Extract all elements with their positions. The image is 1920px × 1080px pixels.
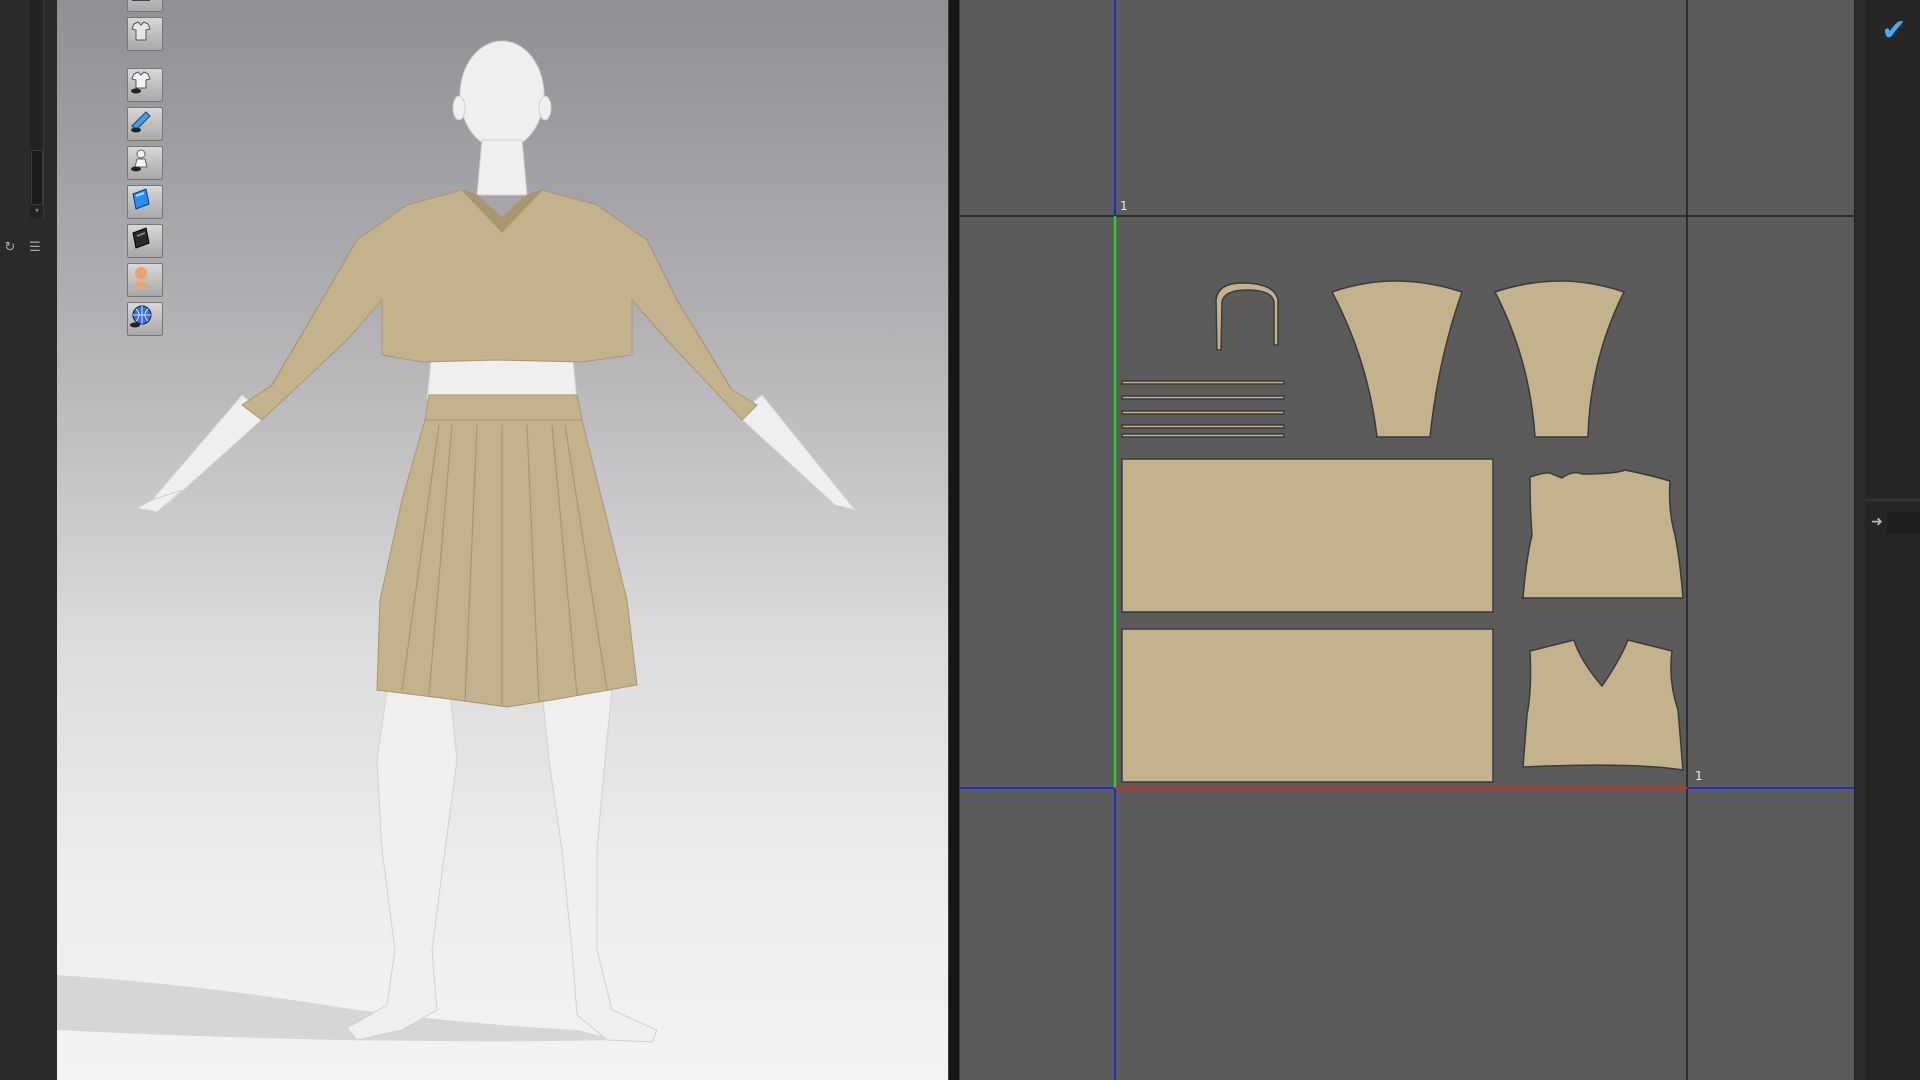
viewport-splitter[interactable] xyxy=(948,0,960,1080)
right-panel-field[interactable] xyxy=(1887,512,1920,534)
left-side-strip: ▾ ↻ ☰ xyxy=(0,0,57,1080)
garment-tool-icon[interactable] xyxy=(127,17,163,51)
texture-view-icon[interactable] xyxy=(127,185,163,219)
pattern-front-bodice[interactable] xyxy=(1522,639,1684,771)
grid-label-top: 1 xyxy=(1120,199,1128,213)
pattern-sleeve-right[interactable] xyxy=(1493,280,1626,438)
right-panel-top xyxy=(1865,0,1920,500)
arrow-right-icon[interactable]: ➜ xyxy=(1867,512,1887,532)
scroll-down-arrow-icon[interactable]: ▾ xyxy=(31,205,43,217)
garment-skirt xyxy=(376,394,638,708)
shaded-view-icon[interactable] xyxy=(127,224,163,258)
scroll-thumb[interactable] xyxy=(31,150,43,205)
list-icon[interactable]: ☰ xyxy=(27,240,43,256)
3d-viewport[interactable] xyxy=(57,0,948,1080)
environment-icon[interactable] xyxy=(127,302,163,336)
right-panel: ✔ ➜ xyxy=(1854,0,1920,1080)
show-avatar-icon[interactable] xyxy=(127,146,163,180)
grid-label-bottom: 1 xyxy=(1695,769,1703,783)
top-edge-tool-icon[interactable] xyxy=(127,0,163,12)
pattern-strip[interactable] xyxy=(1121,433,1285,438)
avatar-shadow xyxy=(57,975,617,1042)
right-panel-bottom xyxy=(1865,502,1920,1080)
pattern-strip[interactable] xyxy=(1121,410,1285,415)
2d-pattern-window[interactable]: 1 1 xyxy=(960,0,1854,1080)
show-garment-icon[interactable] xyxy=(127,68,163,102)
show-brush-icon[interactable] xyxy=(127,107,163,141)
pattern-sleeve-left[interactable] xyxy=(1330,280,1463,438)
pattern-strip[interactable] xyxy=(1121,395,1285,400)
pattern-skirt-panel[interactable] xyxy=(1121,628,1494,783)
pattern-back-bodice[interactable] xyxy=(1522,469,1684,599)
check-icon[interactable]: ✔ xyxy=(1877,14,1911,48)
avatar-skin-icon[interactable] xyxy=(127,263,163,297)
pattern-skirt-panel[interactable] xyxy=(1121,458,1494,613)
pattern-neckband[interactable] xyxy=(1215,282,1279,351)
refresh-icon[interactable]: ↻ xyxy=(2,240,18,256)
pattern-strip[interactable] xyxy=(1121,424,1285,429)
pattern-strip[interactable] xyxy=(1121,380,1285,385)
